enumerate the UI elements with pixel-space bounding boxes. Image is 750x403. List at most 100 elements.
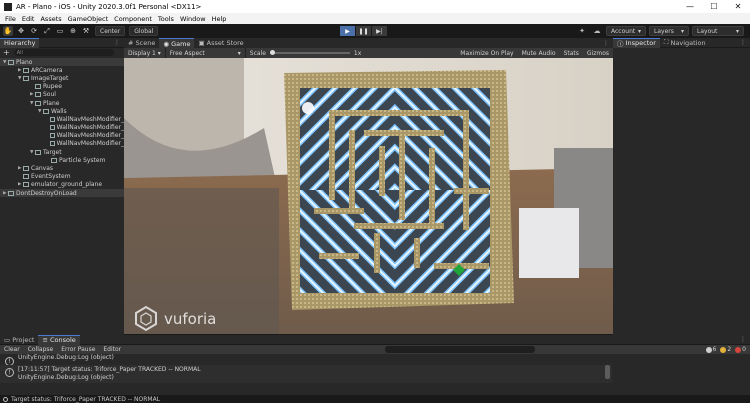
warning-count-toggle[interactable]: 2	[720, 346, 731, 353]
menu-gameobject[interactable]: GameObject	[65, 15, 112, 23]
custom-tool-icon[interactable]: ⚒	[81, 26, 91, 36]
list-item[interactable]: WallNavMeshModifier_	[0, 115, 124, 123]
list-item[interactable]: WallNavMeshModifier_	[0, 124, 124, 132]
menu-file[interactable]: File	[2, 15, 19, 23]
list-item[interactable]: ▼ ImageTarget	[0, 74, 124, 82]
log-text: [17:11:57] Target status: Triforce_Paper…	[18, 365, 201, 383]
tree-item-label: DontDestroyOnLoad	[16, 189, 77, 197]
panel-menu-icon[interactable]: ⋮	[740, 39, 750, 46]
rotate-tool-icon[interactable]: ⟳	[29, 26, 39, 36]
list-item[interactable]: ▶ emulator_ground_plane	[0, 181, 124, 189]
tab-asset-store[interactable]: ▣ Asset Store	[194, 38, 247, 48]
rect-tool-icon[interactable]: ▭	[55, 26, 65, 36]
list-item[interactable]: ▶ ARCamera	[0, 66, 124, 74]
unity-logo-icon	[4, 2, 12, 11]
play-button[interactable]: ▶	[340, 26, 355, 36]
info-count-toggle[interactable]: 6	[705, 346, 716, 353]
console-search-input[interactable]	[385, 346, 536, 353]
tab-console[interactable]: ≡ Console	[38, 334, 80, 345]
list-item[interactable]: ▼ Plane	[0, 99, 124, 107]
menu-assets[interactable]: Assets	[37, 15, 64, 23]
list-item[interactable]: ▶ Soul	[0, 91, 124, 99]
console-scrollbar[interactable]	[605, 365, 610, 379]
stats-toggle[interactable]: Stats	[560, 48, 583, 58]
clear-button[interactable]: Clear	[0, 346, 24, 353]
pivot-center-button[interactable]: Center	[95, 26, 126, 36]
maximize-on-play-toggle[interactable]: Maximize On Play	[456, 48, 517, 58]
add-icon[interactable]: +	[3, 48, 10, 57]
hierarchy-toolbar: + All	[0, 48, 124, 57]
pivot-global-button[interactable]: Global	[129, 26, 159, 36]
scene-icon	[8, 59, 14, 65]
tab-scene[interactable]: # Scene	[124, 38, 159, 48]
tab-project[interactable]: ▭ Project	[0, 335, 38, 345]
gameobject-icon	[35, 92, 41, 98]
info-icon	[705, 346, 712, 353]
menu-window[interactable]: Window	[177, 15, 209, 23]
status-text[interactable]: Target status: Triforce_Paper TRACKED --…	[11, 396, 160, 403]
tab-label: Inspector	[625, 39, 656, 47]
step-button[interactable]: ▶|	[372, 26, 387, 36]
gamepad-icon: ◉	[163, 39, 172, 48]
list-item[interactable]: Particle System	[0, 156, 124, 164]
panel-menu-icon[interactable]: ⋮	[603, 40, 613, 47]
list-item[interactable]: ▶ Canvas	[0, 164, 124, 172]
scale-slider[interactable]	[269, 50, 350, 55]
menu-tools[interactable]: Tools	[155, 15, 177, 23]
tree-item-label: EventSystem	[31, 173, 71, 181]
menu-help[interactable]: Help	[209, 15, 230, 23]
tree-item-label: WallNavMeshModifier_	[56, 132, 124, 140]
hierarchy-search-input[interactable]: All	[13, 49, 114, 56]
layout-dropdown[interactable]: Layout ▾	[692, 26, 744, 36]
pause-button[interactable]: ❚❚	[356, 26, 371, 36]
transform-tool-icon[interactable]: ⊕	[68, 26, 78, 36]
list-item[interactable]: WallNavMeshModifier_	[0, 132, 124, 140]
mute-audio-toggle[interactable]: Mute Audio	[518, 48, 560, 58]
gizmos-toggle[interactable]: Gizmos	[583, 48, 613, 58]
list-item[interactable]: EventSystem	[0, 173, 124, 181]
vuforia-watermark: vuforia	[164, 310, 216, 328]
list-item[interactable]: ▶ DontDestroyOnLoad	[0, 189, 124, 198]
hand-tool-icon[interactable]: ✋	[3, 26, 13, 36]
minimize-button[interactable]: —	[678, 0, 702, 13]
game-viewport[interactable]: vuforia	[124, 58, 613, 334]
list-item[interactable]: ▼ Target	[0, 148, 124, 156]
title-bar: AR - Plano - iOS - Unity 2020.3.0f1 Pers…	[0, 0, 750, 13]
warning-icon	[720, 346, 727, 353]
scale-slider-knob[interactable]	[269, 50, 275, 55]
error-count-toggle[interactable]: 0	[735, 346, 746, 353]
layers-dropdown[interactable]: Layers ▾	[649, 26, 689, 36]
inspector-panel: ⓘ Inspector ⛶ Navigation ⋮	[613, 37, 750, 335]
scale-tool-icon[interactable]: ⤢	[42, 26, 52, 36]
tab-label: Navigation	[670, 38, 706, 47]
close-button[interactable]: ✕	[726, 0, 750, 13]
list-item[interactable]: WallNavMeshModifier_	[0, 140, 124, 148]
maximize-button[interactable]: ☐	[702, 0, 726, 13]
menu-edit[interactable]: Edit	[19, 15, 38, 23]
gameobject-icon	[35, 84, 41, 90]
collapse-button[interactable]: Collapse	[24, 346, 58, 353]
pivot-center-label: Center	[100, 27, 121, 35]
tab-navigation[interactable]: ⛶ Navigation	[660, 38, 710, 48]
cloud-icon[interactable]: ☁	[591, 26, 603, 36]
editor-dropdown[interactable]: Editor	[99, 346, 125, 353]
menu-component[interactable]: Component	[111, 15, 155, 23]
collab-icon[interactable]: ✦	[576, 26, 588, 36]
list-item[interactable]: ▼ Walls	[0, 107, 124, 115]
panel-menu-icon[interactable]: ⋮	[740, 336, 750, 343]
panel-menu-icon[interactable]: ⋮	[114, 39, 124, 46]
log-entry[interactable]: ! [17:11:57] Target status: Triforce_Pap…	[0, 365, 612, 383]
tab-game[interactable]: ◉ Game	[159, 38, 195, 48]
display-dropdown[interactable]: Display 1 ▾	[124, 48, 166, 58]
tab-inspector[interactable]: ⓘ Inspector	[613, 37, 660, 48]
list-item[interactable]: ▼ Plano	[0, 58, 124, 67]
aspect-dropdown[interactable]: Free Aspect ▾	[166, 48, 246, 58]
menu-bar: File Edit Assets GameObject Component To…	[0, 13, 750, 24]
move-tool-icon[interactable]: ✥	[16, 26, 26, 36]
tab-hierarchy[interactable]: Hierarchy	[0, 37, 40, 48]
error-pause-button[interactable]: Error Pause	[57, 346, 99, 353]
list-item[interactable]: Rupee	[0, 83, 124, 91]
tree-item-label: Particle System	[59, 156, 106, 164]
account-dropdown[interactable]: Account ▾	[606, 26, 646, 36]
tree-item-label: ImageTarget	[31, 74, 69, 82]
